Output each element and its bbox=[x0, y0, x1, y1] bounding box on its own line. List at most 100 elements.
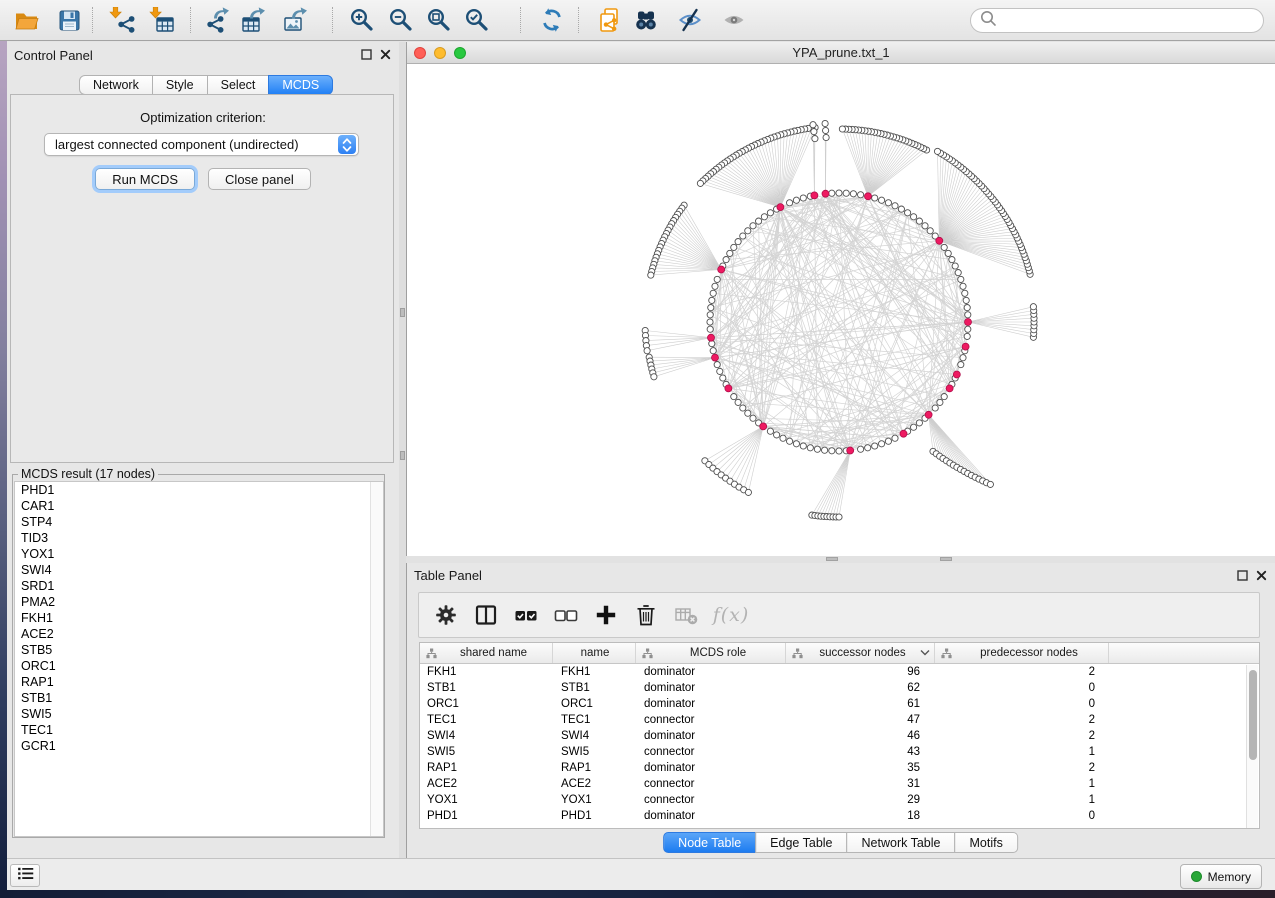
list-item[interactable]: YOX1 bbox=[15, 546, 383, 562]
table-cell[interactable]: PHD1 bbox=[420, 808, 553, 824]
table-cell[interactable]: STB1 bbox=[553, 680, 636, 696]
list-item[interactable]: STB1 bbox=[15, 690, 383, 706]
run-mcds-button[interactable]: Run MCDS bbox=[95, 168, 195, 190]
zoom-selected-icon[interactable] bbox=[463, 6, 491, 34]
table-cell[interactable]: ORC1 bbox=[553, 696, 636, 712]
table-row[interactable]: FKH1FKH1dominator962 bbox=[420, 664, 1259, 680]
list-item[interactable]: PMA2 bbox=[15, 594, 383, 610]
window-minimize-icon[interactable] bbox=[434, 47, 446, 59]
open-session-icon[interactable] bbox=[12, 6, 40, 34]
column-header-mcds-role[interactable]: MCDS role bbox=[636, 643, 786, 663]
table-cell[interactable]: SWI5 bbox=[420, 744, 553, 760]
vertical-splitter[interactable] bbox=[399, 42, 406, 858]
zoom-out-icon[interactable] bbox=[387, 6, 415, 34]
export-table-icon[interactable] bbox=[240, 6, 268, 34]
list-item[interactable]: TEC1 bbox=[15, 722, 383, 738]
deselect-all-icon[interactable] bbox=[553, 602, 579, 628]
clone-network-icon[interactable] bbox=[596, 6, 624, 34]
table-cell[interactable]: dominator bbox=[636, 680, 786, 696]
table-cell[interactable]: TEC1 bbox=[420, 712, 553, 728]
first-neighbors-icon[interactable] bbox=[632, 6, 660, 34]
window-close-icon[interactable] bbox=[414, 47, 426, 59]
select-all-icon[interactable] bbox=[513, 602, 539, 628]
table-cell[interactable]: 18 bbox=[786, 808, 935, 824]
horizontal-splitter[interactable] bbox=[406, 556, 1275, 563]
result-list-scrollbar[interactable] bbox=[370, 482, 383, 836]
splitter-collapse-handle[interactable] bbox=[400, 451, 405, 460]
memory-button[interactable]: Memory bbox=[1180, 864, 1262, 889]
table-cell[interactable]: SWI5 bbox=[553, 744, 636, 760]
list-item[interactable]: FKH1 bbox=[15, 610, 383, 626]
table-cell[interactable]: ORC1 bbox=[420, 696, 553, 712]
table-cell[interactable]: STB1 bbox=[420, 680, 553, 696]
network-canvas[interactable] bbox=[407, 64, 1275, 556]
table-cell[interactable]: connector bbox=[636, 744, 786, 760]
float-icon[interactable] bbox=[361, 49, 372, 60]
table-cell[interactable]: 61 bbox=[786, 696, 935, 712]
table-cell[interactable]: 47 bbox=[786, 712, 935, 728]
list-item[interactable]: CAR1 bbox=[15, 498, 383, 514]
table-cell[interactable]: 96 bbox=[786, 664, 935, 680]
table-cell[interactable]: 1 bbox=[935, 744, 1109, 760]
table-cell[interactable]: FKH1 bbox=[420, 664, 553, 680]
window-zoom-icon[interactable] bbox=[454, 47, 466, 59]
mcds-result-list[interactable]: PHD1CAR1STP4TID3YOX1SWI4SRD1PMA2FKH1ACE2… bbox=[14, 481, 384, 837]
export-image-icon[interactable] bbox=[282, 6, 310, 34]
table-scrollbar-thumb[interactable] bbox=[1249, 670, 1257, 760]
zoom-in-icon[interactable] bbox=[348, 6, 376, 34]
list-item[interactable]: STB5 bbox=[15, 642, 383, 658]
table-row[interactable]: YOX1YOX1connector291 bbox=[420, 792, 1259, 808]
list-item[interactable]: RAP1 bbox=[15, 674, 383, 690]
table-row[interactable]: PHD1PHD1dominator180 bbox=[420, 808, 1259, 824]
table-scrollbar[interactable] bbox=[1246, 665, 1258, 828]
tab-style[interactable]: Style bbox=[152, 75, 208, 95]
tab-node-table[interactable]: Node Table bbox=[663, 832, 756, 853]
table-cell[interactable]: FKH1 bbox=[553, 664, 636, 680]
import-network-icon[interactable] bbox=[108, 6, 136, 34]
table-cell[interactable]: ACE2 bbox=[553, 776, 636, 792]
table-cell[interactable]: dominator bbox=[636, 728, 786, 744]
search-box[interactable] bbox=[970, 8, 1264, 33]
tab-edge-table[interactable]: Edge Table bbox=[755, 832, 847, 853]
import-table-icon[interactable] bbox=[148, 6, 176, 34]
hide-selected-icon[interactable] bbox=[676, 6, 704, 34]
function-builder-icon[interactable]: f(x) bbox=[713, 602, 749, 628]
tab-select[interactable]: Select bbox=[207, 75, 270, 95]
table-row[interactable]: RAP1RAP1dominator352 bbox=[420, 760, 1259, 776]
splitter-collapse-handle[interactable] bbox=[826, 557, 838, 561]
table-cell[interactable]: TEC1 bbox=[553, 712, 636, 728]
table-row[interactable]: TEC1TEC1connector472 bbox=[420, 712, 1259, 728]
delete-table-icon[interactable] bbox=[673, 602, 699, 628]
tab-network[interactable]: Network bbox=[79, 75, 153, 95]
table-cell[interactable]: dominator bbox=[636, 808, 786, 824]
column-header-shared-name[interactable]: shared name bbox=[420, 643, 553, 663]
tab-network-table[interactable]: Network Table bbox=[847, 832, 956, 853]
column-header-name[interactable]: name bbox=[553, 643, 636, 663]
table-cell[interactable]: YOX1 bbox=[553, 792, 636, 808]
table-cell[interactable]: 29 bbox=[786, 792, 935, 808]
table-cell[interactable]: 1 bbox=[935, 792, 1109, 808]
column-visibility-icon[interactable] bbox=[473, 602, 499, 628]
tab-mcds[interactable]: MCDS bbox=[268, 75, 333, 95]
table-row[interactable]: STB1STB1dominator620 bbox=[420, 680, 1259, 696]
table-cell[interactable]: SWI4 bbox=[553, 728, 636, 744]
export-network-icon[interactable] bbox=[204, 6, 232, 34]
table-cell[interactable]: 35 bbox=[786, 760, 935, 776]
table-row[interactable]: SWI4SWI4dominator462 bbox=[420, 728, 1259, 744]
show-hidden-icon[interactable] bbox=[720, 6, 748, 34]
table-cell[interactable]: RAP1 bbox=[420, 760, 553, 776]
float-icon[interactable] bbox=[1237, 570, 1248, 581]
tab-motifs[interactable]: Motifs bbox=[954, 832, 1017, 853]
list-item[interactable]: GCR1 bbox=[15, 738, 383, 754]
table-cell[interactable]: 2 bbox=[935, 760, 1109, 776]
table-cell[interactable]: 31 bbox=[786, 776, 935, 792]
table-cell[interactable]: PHD1 bbox=[553, 808, 636, 824]
table-cell[interactable]: SWI4 bbox=[420, 728, 553, 744]
list-item[interactable]: ACE2 bbox=[15, 626, 383, 642]
table-cell[interactable]: connector bbox=[636, 792, 786, 808]
column-header-predecessor-nodes[interactable]: predecessor nodes bbox=[935, 643, 1109, 663]
list-item[interactable]: TID3 bbox=[15, 530, 383, 546]
table-cell[interactable]: ACE2 bbox=[420, 776, 553, 792]
column-header-successor-nodes[interactable]: successor nodes bbox=[786, 643, 935, 663]
search-input[interactable] bbox=[997, 10, 1263, 30]
